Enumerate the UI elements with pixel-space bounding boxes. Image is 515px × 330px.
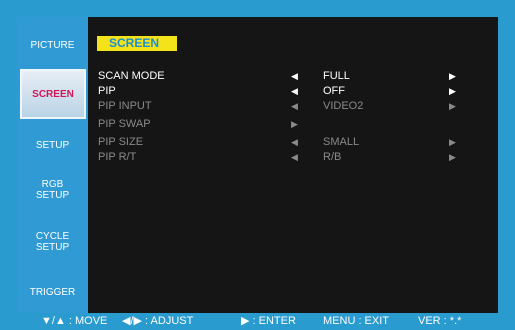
sidebar-item-picture[interactable]: PICTURE <box>17 33 88 57</box>
right-arrow-icon[interactable]: ▶ <box>449 84 456 98</box>
left-arrow-icon[interactable]: ◀ <box>291 84 298 98</box>
setting-row-pip-size: PIP SIZE ◀ SMALL ▶ <box>98 135 478 149</box>
left-arrow-icon: ◀ <box>291 152 298 162</box>
key-help-bar: ▼/▲ : MOVE ◀/▶ : ADJUST ▶ : ENTER MENU :… <box>0 313 515 330</box>
sidebar-item-trigger[interactable]: TRIGGER <box>17 280 88 304</box>
sidebar-item-rgb-setup[interactable]: RGB SETUP <box>17 175 88 205</box>
setting-value: VIDEO2 <box>323 100 364 112</box>
setting-value: R/B <box>323 151 342 163</box>
version-label: VER : *.* <box>418 315 462 327</box>
setting-value: FULL <box>323 70 350 82</box>
sidebar-item-screen[interactable]: SCREEN <box>20 69 86 119</box>
help-move: ▼/▲ : MOVE <box>41 315 108 327</box>
sidebar-item-cycle-setup[interactable]: CYCLE SETUP <box>17 227 88 257</box>
right-arrow-icon: ▶ <box>449 137 456 147</box>
setting-label: PIP SWAP <box>98 118 151 130</box>
setting-row-pip[interactable]: PIP ◀ OFF ▶ <box>98 84 478 98</box>
right-arrow-icon: ▶ <box>449 152 456 162</box>
setting-label: PIP SIZE <box>98 136 144 148</box>
help-enter: ▶ : ENTER <box>241 315 296 327</box>
setting-row-pip-input: PIP INPUT ◀ VIDEO2 ▶ <box>98 99 478 113</box>
left-arrow-icon[interactable]: ◀ <box>291 69 298 83</box>
help-exit: MENU : EXIT <box>323 315 390 327</box>
setting-row-scan-mode[interactable]: SCAN MODE ◀ FULL ▶ <box>98 69 478 83</box>
right-arrow-icon[interactable]: ▶ <box>449 69 456 83</box>
setting-value: SMALL <box>323 136 360 148</box>
left-arrow-icon: ◀ <box>291 137 298 147</box>
setting-value: OFF <box>323 85 345 97</box>
setting-label: PIP R/T <box>98 151 137 163</box>
menu-content <box>88 17 498 313</box>
enter-arrow-icon: ▶ <box>291 119 298 129</box>
right-arrow-icon: ▶ <box>449 101 456 111</box>
sidebar-item-setup[interactable]: SETUP <box>17 133 88 157</box>
setting-row-pip-swap: PIP SWAP ▶ <box>98 117 478 131</box>
setting-label: PIP INPUT <box>98 100 152 112</box>
page-title: SCREEN <box>97 36 177 51</box>
setting-label: SCAN MODE <box>98 70 165 82</box>
menu-sidebar: PICTURE SCREEN SETUP RGB SETUP CYCLE SET… <box>17 17 88 313</box>
setting-label: PIP <box>98 85 116 97</box>
setting-row-pip-rt: PIP R/T ◀ R/B ▶ <box>98 150 478 164</box>
help-adjust: ◀/▶ : ADJUST <box>122 315 194 327</box>
left-arrow-icon: ◀ <box>291 101 298 111</box>
